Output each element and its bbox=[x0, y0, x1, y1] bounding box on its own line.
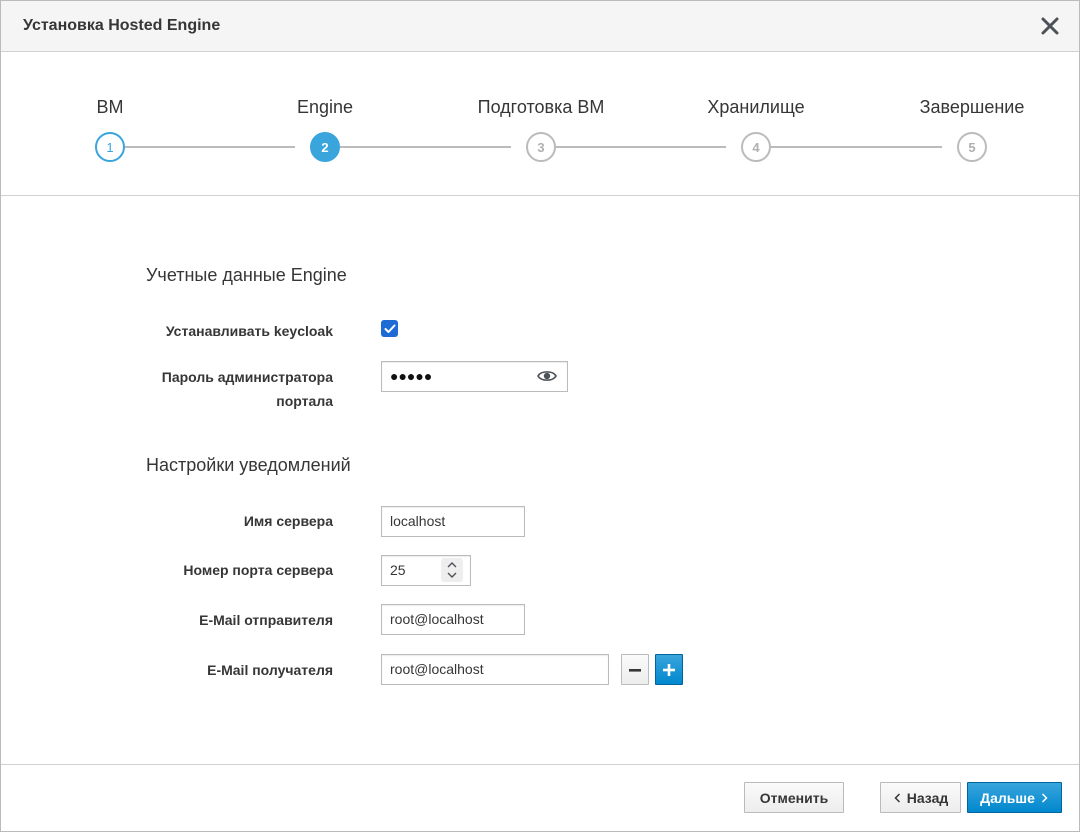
step-circle-1[interactable]: 1 bbox=[95, 132, 125, 162]
admin-password-label-line1: Пароль администратора bbox=[161, 369, 333, 385]
chevron-right-icon bbox=[1041, 792, 1048, 803]
notifications-title: Настройки уведомлений bbox=[146, 455, 351, 475]
server-name-input[interactable]: localhost bbox=[381, 506, 525, 537]
admin-password-label: Пароль администратора портала bbox=[133, 365, 333, 413]
cancel-button[interactable]: Отменить bbox=[744, 782, 844, 813]
minus-icon bbox=[629, 668, 641, 672]
step-connector bbox=[556, 146, 726, 148]
step-label-storage[interactable]: Хранилище bbox=[707, 97, 804, 118]
step-label-engine[interactable]: Engine bbox=[297, 97, 353, 118]
hosted-engine-dialog: Установка Hosted Engine ВМ Engine Подгот… bbox=[0, 0, 1080, 832]
sender-email-input[interactable]: root@localhost bbox=[381, 604, 525, 635]
dialog-header: Установка Hosted Engine bbox=[1, 1, 1079, 52]
eye-icon[interactable] bbox=[537, 367, 557, 385]
add-recipient-button[interactable] bbox=[655, 654, 683, 685]
wizard-steps: ВМ Engine Подготовка ВМ Хранилище Заверш… bbox=[1, 53, 1079, 196]
sender-email-label: E-Mail отправителя bbox=[199, 612, 333, 628]
step-circle-5[interactable]: 5 bbox=[957, 132, 987, 162]
plus-icon bbox=[663, 663, 675, 676]
dialog-title: Установка Hosted Engine bbox=[23, 17, 221, 34]
port-spinner[interactable] bbox=[441, 558, 463, 582]
recipient-email-input[interactable]: root@localhost bbox=[381, 654, 609, 685]
step-circle-3[interactable]: 3 bbox=[526, 132, 556, 162]
keycloak-label: Устанавливать keycloak bbox=[165, 323, 333, 339]
chevron-left-icon bbox=[894, 792, 900, 803]
next-button[interactable]: Дальше bbox=[967, 782, 1062, 813]
step-connector bbox=[340, 146, 511, 148]
back-label: Назад bbox=[906, 789, 949, 806]
chevron-down-icon bbox=[447, 572, 457, 578]
server-name-label: Имя сервера bbox=[243, 513, 333, 529]
checkmark-icon bbox=[384, 324, 395, 333]
step-label-vm-prep[interactable]: Подготовка ВМ bbox=[478, 97, 605, 118]
server-port-label: Номер порта сервера bbox=[183, 562, 333, 578]
admin-password-value: ●●●●● bbox=[390, 368, 433, 384]
footer-divider bbox=[1, 764, 1079, 765]
chevron-up-icon bbox=[447, 562, 457, 568]
close-icon[interactable] bbox=[1039, 13, 1061, 39]
step-connector bbox=[125, 146, 295, 148]
next-label: Дальше bbox=[980, 789, 1035, 806]
admin-password-label-line2: портала bbox=[276, 393, 333, 409]
step-connector bbox=[771, 146, 942, 148]
step-label-finish[interactable]: Завершение bbox=[920, 97, 1025, 118]
recipient-email-label: E-Mail получателя bbox=[207, 662, 333, 678]
engine-credentials-title: Учетные данные Engine bbox=[146, 265, 347, 285]
remove-recipient-button[interactable] bbox=[621, 654, 649, 685]
step-circle-2[interactable]: 2 bbox=[310, 132, 340, 162]
step-circle-4[interactable]: 4 bbox=[741, 132, 771, 162]
back-button[interactable]: Назад bbox=[880, 782, 961, 813]
step-label-vm[interactable]: ВМ bbox=[97, 97, 124, 118]
keycloak-checkbox[interactable] bbox=[381, 320, 398, 337]
